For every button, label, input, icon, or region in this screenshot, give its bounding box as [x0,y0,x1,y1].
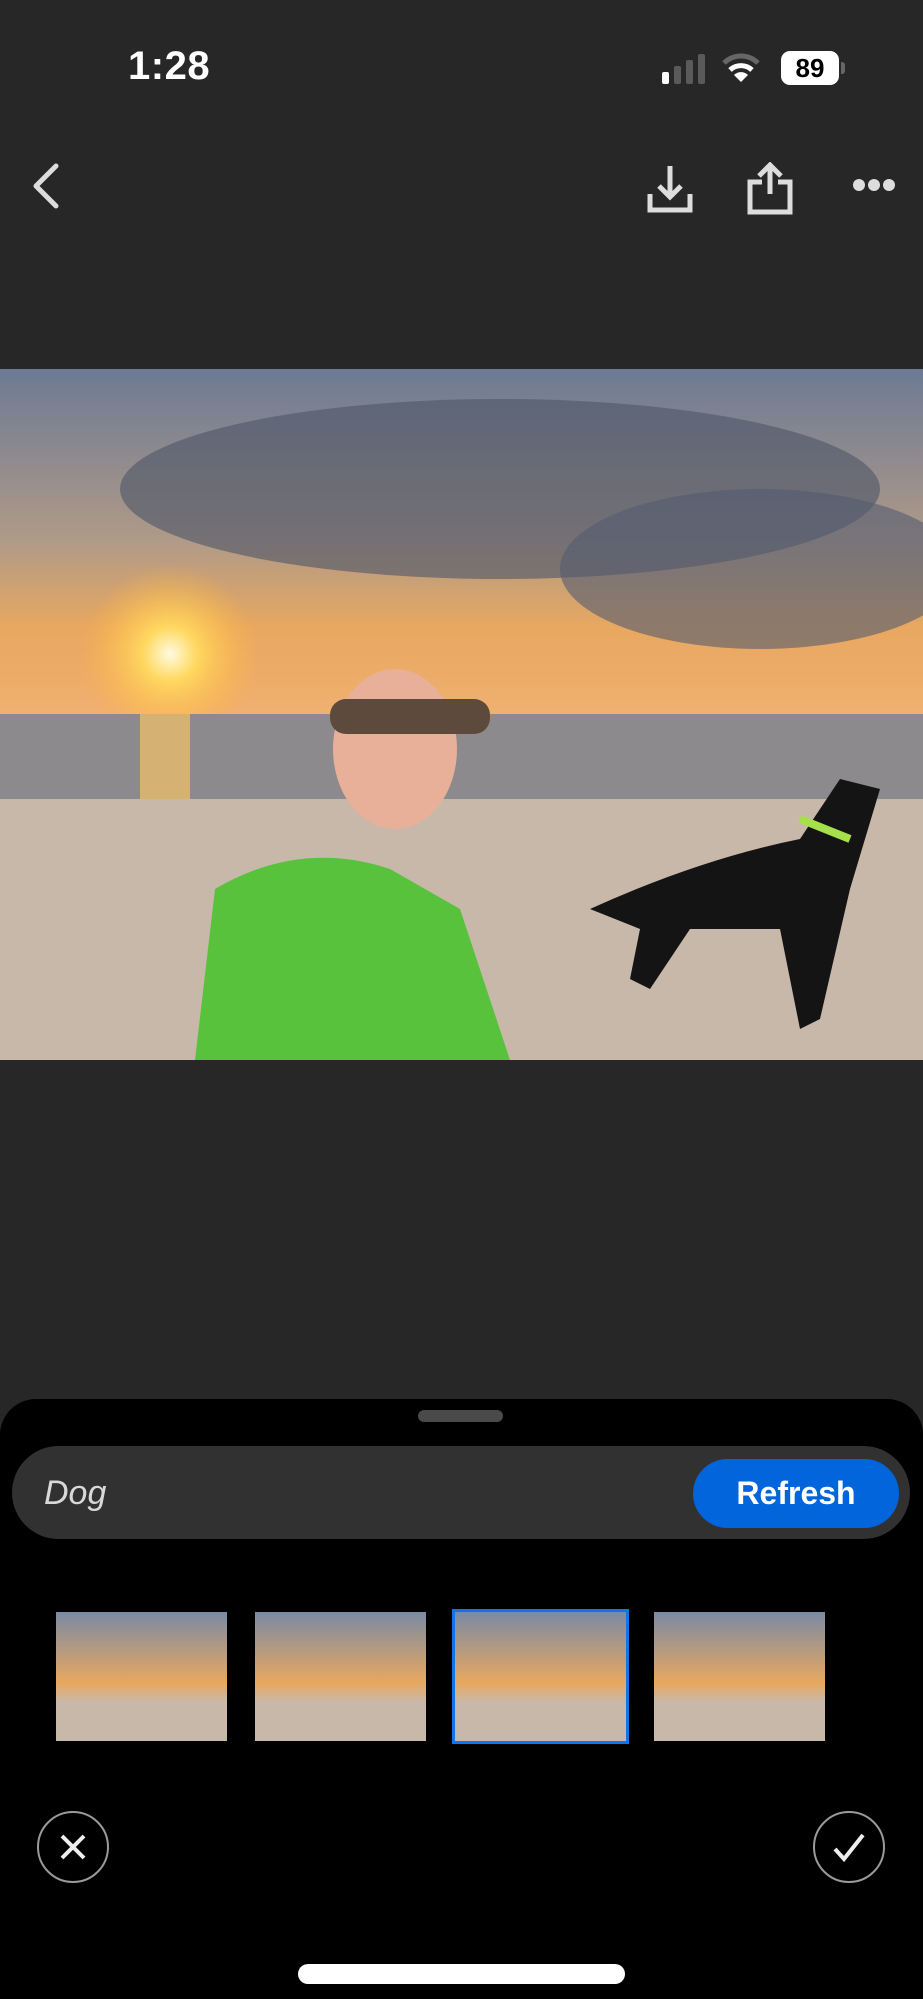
more-icon[interactable] [853,177,895,193]
close-icon [60,1834,86,1860]
sheet-grabber[interactable] [418,1410,503,1422]
status-time: 1:28 [128,44,211,88]
back-icon[interactable] [28,162,62,210]
share-icon[interactable] [746,162,794,216]
main-photo[interactable] [0,369,923,1060]
battery-tip [841,62,845,74]
battery-level: 89 [795,53,825,83]
photo-scene [0,369,923,1060]
download-icon[interactable] [646,164,694,214]
wifi-icon [722,53,760,82]
variation-thumbnail-2[interactable] [255,1612,426,1741]
battery-icon: 89 [781,51,839,85]
prompt-input[interactable]: Dog [44,1474,106,1513]
variation-thumbnail-1[interactable] [56,1612,227,1741]
variation-thumbnail-4[interactable] [654,1612,825,1741]
variation-thumbnail-3[interactable] [452,1609,629,1744]
refresh-button[interactable]: Refresh [693,1459,899,1528]
home-indicator [298,1964,625,1984]
confirm-button[interactable] [813,1811,885,1883]
cancel-button[interactable] [37,1811,109,1883]
checkmark-icon [833,1833,865,1862]
signal-icon [662,54,710,84]
